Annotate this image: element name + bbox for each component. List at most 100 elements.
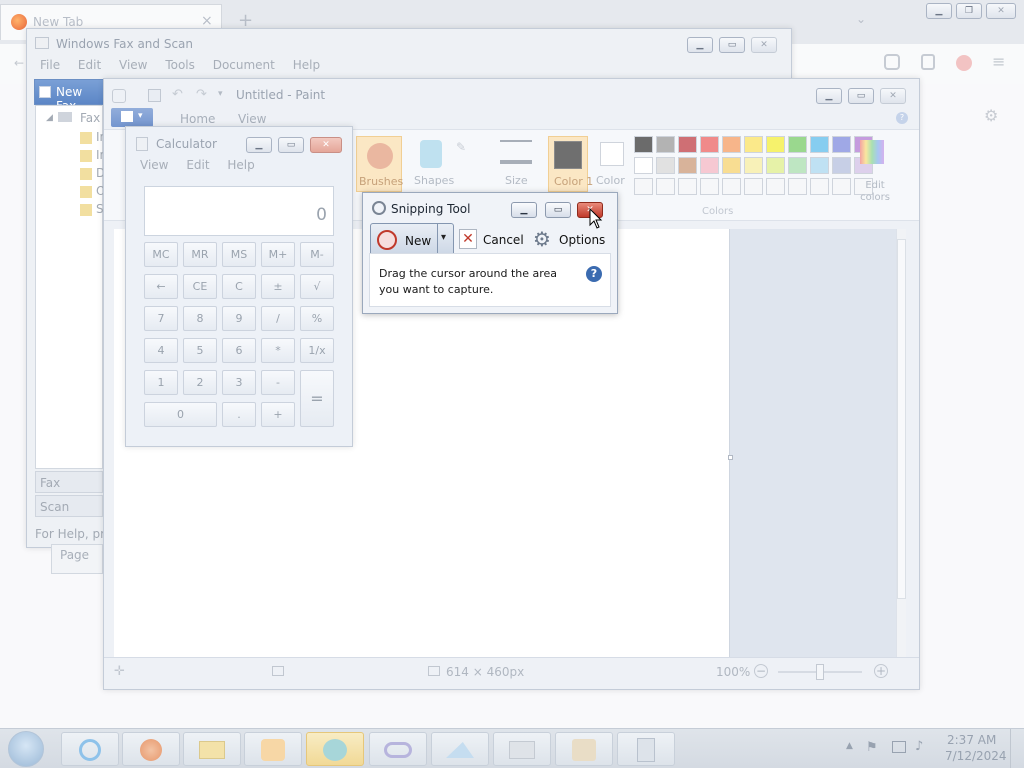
zoom-slider-thumb[interactable] — [816, 664, 824, 680]
palette-swatch[interactable] — [678, 157, 697, 174]
action-center-flag-icon[interactable]: ⚑ — [866, 740, 878, 755]
calc-key[interactable]: 2 — [183, 370, 217, 395]
palette-swatch[interactable] — [766, 136, 785, 153]
calc-key[interactable]: * — [261, 338, 295, 363]
palette-swatch-empty[interactable] — [722, 178, 741, 195]
palette-swatch[interactable] — [634, 157, 653, 174]
palette-swatch[interactable] — [744, 136, 763, 153]
taskbar-paint[interactable] — [555, 732, 613, 766]
taskbar-fax-printer[interactable] — [493, 732, 551, 766]
tree-root-label[interactable]: Fax — [80, 111, 100, 125]
paint-maximize-button[interactable]: ▭ — [848, 88, 874, 104]
palette-swatch[interactable] — [722, 157, 741, 174]
new-fax-button[interactable]: New Fax — [34, 79, 104, 113]
palette-swatch[interactable] — [788, 136, 807, 153]
browser-close-button[interactable]: ✕ — [986, 3, 1016, 19]
tree-item[interactable]: In — [80, 130, 107, 148]
calc-key[interactable]: ± — [261, 274, 295, 299]
calc-key[interactable]: 6 — [222, 338, 256, 363]
undo-icon[interactable]: ↶ — [172, 87, 183, 102]
tree-item[interactable]: D — [80, 166, 105, 184]
fax-menu-help[interactable]: Help — [293, 58, 320, 72]
palette-swatch[interactable] — [766, 157, 785, 174]
fax-menu-document[interactable]: Document — [213, 58, 275, 72]
palette-swatch-empty[interactable] — [678, 178, 697, 195]
calc-menu-edit[interactable]: Edit — [186, 158, 209, 172]
help-icon[interactable]: ? — [586, 266, 602, 282]
paint-file-menu-button[interactable]: ▾ — [111, 108, 153, 127]
palette-swatch[interactable] — [788, 157, 807, 174]
nav-fax-button[interactable]: Fax — [35, 471, 103, 493]
tab-view[interactable]: View — [238, 112, 266, 126]
browser-maximize-button[interactable]: ❐ — [956, 3, 982, 19]
taskbar-explorer[interactable] — [183, 732, 241, 766]
taskbar-ie[interactable] — [61, 732, 119, 766]
taskbar-media-player[interactable] — [244, 732, 302, 766]
taskbar-firefox[interactable] — [122, 732, 180, 766]
show-desktop-button[interactable] — [1010, 729, 1024, 768]
fax-close-button[interactable]: ✕ — [751, 37, 777, 53]
show-hidden-icons-icon[interactable]: ▲ — [846, 741, 853, 751]
palette-swatch-empty[interactable] — [700, 178, 719, 195]
calc-key[interactable]: √ — [300, 274, 334, 299]
new-snip-dropdown-icon[interactable]: ▾ — [441, 232, 446, 243]
palette-swatch[interactable] — [678, 136, 697, 153]
palette-swatch[interactable] — [810, 136, 829, 153]
zoom-out-button[interactable]: − — [754, 664, 768, 678]
close-tab-icon[interactable]: × — [201, 13, 213, 29]
brushes-button[interactable]: Brushes — [356, 136, 403, 192]
calc-key[interactable]: 0 — [144, 402, 217, 427]
calc-key[interactable]: 5 — [183, 338, 217, 363]
back-arrow-icon[interactable]: ← — [14, 56, 24, 70]
calc-key[interactable]: 4 — [144, 338, 178, 363]
palette-swatch[interactable] — [744, 157, 763, 174]
palette-swatch[interactable] — [656, 136, 675, 153]
calc-key[interactable]: MS — [222, 242, 256, 267]
palette-swatch[interactable] — [810, 157, 829, 174]
calc-key[interactable]: M+ — [261, 242, 295, 267]
taskbar-fax-scan[interactable] — [369, 732, 427, 766]
paint-help-icon[interactable]: ? — [896, 112, 908, 124]
snip-minimize-button[interactable]: ▁ — [511, 202, 537, 218]
palette-swatch-empty[interactable] — [744, 178, 763, 195]
gear-icon[interactable]: ⚙ — [984, 106, 998, 125]
pocket-icon[interactable] — [884, 54, 900, 70]
color2-button[interactable]: Color — [594, 136, 634, 192]
calc-key[interactable]: - — [261, 370, 295, 395]
shapes-button[interactable]: Shapes — [410, 136, 456, 192]
calc-key[interactable]: ← — [144, 274, 178, 299]
palette-swatch-empty[interactable] — [634, 178, 653, 195]
palette-swatch[interactable] — [700, 136, 719, 153]
taskbar-calculator[interactable] — [617, 732, 675, 766]
paint-minimize-button[interactable]: ▁ — [816, 88, 842, 104]
tree-item[interactable]: In — [80, 148, 107, 166]
calc-key[interactable]: 7 — [144, 306, 178, 331]
calc-menu-help[interactable]: Help — [227, 158, 254, 172]
calc-key[interactable]: / — [261, 306, 295, 331]
tree-item[interactable]: S — [80, 202, 104, 220]
calc-key[interactable]: % — [300, 306, 334, 331]
calculator-maximize-button[interactable]: ▭ — [278, 137, 304, 153]
calc-key[interactable]: . — [222, 402, 256, 427]
cancel-button[interactable]: ✕ Cancel — [459, 229, 524, 253]
calc-key[interactable]: 1 — [144, 370, 178, 395]
fax-minimize-button[interactable]: ▁ — [687, 37, 713, 53]
palette-swatch-empty[interactable] — [656, 178, 675, 195]
canvas-resize-handle[interactable] — [728, 455, 733, 460]
calc-key[interactable]: 1/x — [300, 338, 334, 363]
size-button[interactable]: Size — [496, 136, 536, 192]
clock-date[interactable]: 7/12/2024 — [945, 749, 1007, 763]
customize-qat-icon[interactable]: ▾ — [218, 89, 223, 99]
fill-icon[interactable]: ✎ — [456, 140, 466, 154]
paint-close-button[interactable]: ✕ — [880, 88, 906, 104]
palette-swatch-empty[interactable] — [788, 178, 807, 195]
redo-icon[interactable]: ↷ — [196, 87, 207, 102]
hamburger-menu-icon[interactable]: ≡ — [992, 52, 1005, 71]
extensions-icon[interactable] — [921, 54, 935, 70]
calculator-minimize-button[interactable]: ▁ — [246, 137, 272, 153]
calc-key[interactable]: + — [261, 402, 295, 427]
calc-key[interactable]: CE — [183, 274, 217, 299]
fax-menu-edit[interactable]: Edit — [78, 58, 101, 72]
clock-time[interactable]: 2:37 AM — [947, 733, 996, 747]
taskbar-app[interactable] — [431, 732, 489, 766]
